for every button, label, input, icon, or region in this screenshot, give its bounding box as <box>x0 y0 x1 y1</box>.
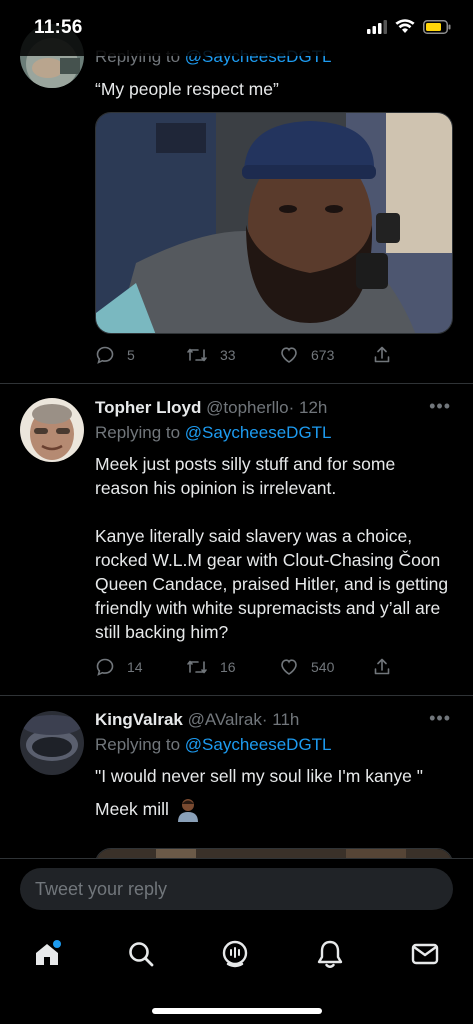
retweet-icon <box>187 348 207 362</box>
tweet-2[interactable]: ••• Topher Lloyd @topherllo· 12h Replyin… <box>0 384 473 696</box>
tweet-text: Meek just posts silly stuff and for some… <box>95 454 396 498</box>
retweet-icon <box>187 660 207 674</box>
tweet-3-avatar[interactable] <box>20 711 84 775</box>
like-button[interactable]: 673 <box>279 345 334 365</box>
tweet-header: KingValrak @AValrak· 11h <box>95 708 453 732</box>
notifications-icon <box>317 940 343 968</box>
tweet-header: Topher Lloyd @topherllo· 12h <box>95 396 453 420</box>
wifi-icon <box>395 19 415 33</box>
battery-icon <box>423 19 451 34</box>
cellular-signal-icon <box>367 19 387 34</box>
reply-to-line: Replying to @SaycheeseDGTL <box>95 735 332 754</box>
tab-home[interactable] <box>25 932 69 976</box>
tab-messages[interactable] <box>403 932 447 976</box>
status-bar: 11:56 <box>0 0 473 56</box>
retweet-button[interactable]: 16 <box>186 657 236 677</box>
reply-composer: Tweet your reply <box>0 858 473 918</box>
status-icons <box>367 19 451 34</box>
search-icon <box>129 942 154 967</box>
tweet-time: · 12h <box>288 398 328 417</box>
user-handle[interactable]: @AValrak <box>188 710 262 729</box>
tweet-feed[interactable]: Replying to @SaycheeseDGTL “My people re… <box>0 0 473 860</box>
tweet-1[interactable]: Replying to @SaycheeseDGTL “My people re… <box>0 0 473 384</box>
reply-icon <box>96 658 114 676</box>
reply-button[interactable]: 14 <box>95 657 143 677</box>
display-name[interactable]: KingValrak <box>95 710 183 729</box>
tweet-photo[interactable] <box>95 112 453 334</box>
tab-spaces[interactable] <box>213 932 257 976</box>
heart-icon <box>281 347 297 363</box>
mention-link[interactable]: @SaycheeseDGTL <box>185 735 332 754</box>
like-button[interactable]: 540 <box>279 657 334 677</box>
reply-icon <box>96 346 114 364</box>
heart-icon <box>281 659 297 675</box>
spaces-icon <box>222 940 248 968</box>
tweet-actions: 5 33 673 <box>95 345 395 367</box>
retweet-button[interactable]: 33 <box>186 345 236 365</box>
mention-link[interactable]: @SaycheeseDGTL <box>185 423 332 442</box>
tweet-text: “My people respect me” <box>95 79 279 99</box>
person-emoji-icon <box>177 799 198 822</box>
tab-search[interactable] <box>119 932 163 976</box>
home-indicator <box>152 1008 322 1014</box>
messages-icon <box>411 943 439 965</box>
tweet-text: Meek mill <box>95 796 453 822</box>
share-icon <box>374 346 390 363</box>
bottom-tab-bar <box>0 918 473 1024</box>
tweet-text: "I would never sell my soul like I'm kan… <box>95 766 423 786</box>
reply-input[interactable]: Tweet your reply <box>20 868 453 910</box>
share-icon <box>374 658 390 675</box>
share-button[interactable] <box>372 657 392 677</box>
home-icon <box>36 940 61 965</box>
reply-button[interactable]: 5 <box>95 345 135 365</box>
share-button[interactable] <box>372 345 392 365</box>
tweet-3[interactable]: ••• KingValrak @AValrak· 11h Replying to… <box>0 696 473 860</box>
tweet-time: · 11h <box>261 710 300 729</box>
reply-to-line: Replying to @SaycheeseDGTL <box>95 423 332 442</box>
status-time: 11:56 <box>34 17 83 38</box>
tweet-actions: 14 16 540 <box>95 657 395 679</box>
tweet-2-avatar[interactable] <box>20 398 84 462</box>
display-name[interactable]: Topher Lloyd <box>95 398 201 417</box>
tweet-text: Kanye literally said slavery was a choic… <box>95 526 449 642</box>
tab-notifications[interactable] <box>308 932 352 976</box>
user-handle[interactable]: @topherllo <box>206 398 288 417</box>
